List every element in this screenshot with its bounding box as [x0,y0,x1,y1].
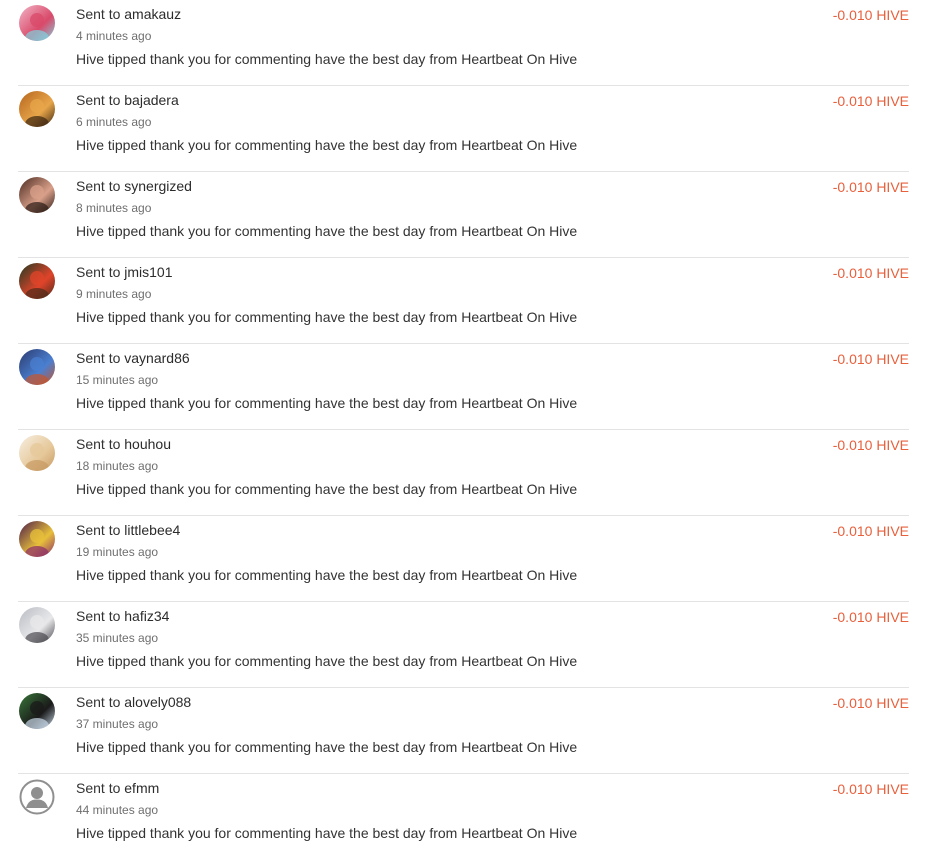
transfer-row: Sent to hafiz34 35 minutes ago Hive tipped… [0,602,925,688]
transfer-amount: -0.010 HIVE [832,265,909,281]
sent-to-label: Sent to [76,264,121,280]
user-avatar[interactable] [19,263,55,299]
recipient-username[interactable]: jmis101 [124,264,172,280]
transfer-title: Sent to hafiz34 [76,608,169,624]
recipient-username[interactable]: bajadera [124,92,179,108]
recipient-username[interactable]: houhou [124,436,171,452]
recipient-username[interactable]: alovely088 [124,694,191,710]
recipient-username[interactable]: littlebee4 [124,522,180,538]
timestamp: 6 minutes ago [76,115,152,129]
transfer-row: Sent to jmis101 9 minutes ago Hive tipped … [0,258,925,344]
timestamp: 8 minutes ago [76,201,152,215]
timestamp: 9 minutes ago [76,287,152,301]
transfer-memo: Hive tipped thank you for commenting hav… [76,309,578,325]
transfer-row: Sent to houhou 18 minutes ago Hive tipped … [0,430,925,516]
transfer-row: Sent to vaynard86 15 minutes ago Hive tipp… [0,344,925,430]
transfer-row: Sent to bajadera 6 minutes ago Hive tipped… [0,86,925,172]
transfer-memo: Hive tipped thank you for commenting hav… [76,223,578,239]
transfer-memo: Hive tipped thank you for commenting hav… [76,825,578,841]
transfer-memo: Hive tipped thank you for commenting hav… [76,567,578,583]
sent-to-label: Sent to [76,436,121,452]
transfer-title: Sent to littlebee4 [76,522,180,538]
recipient-username[interactable]: hafiz34 [124,608,169,624]
timestamp: 18 minutes ago [76,459,159,473]
sent-to-label: Sent to [76,178,121,194]
transfer-amount: -0.010 HIVE [832,93,909,109]
timestamp: 15 minutes ago [76,373,159,387]
user-avatar[interactable] [19,607,55,643]
user-avatar[interactable] [19,349,55,385]
transfer-memo: Hive tipped thank you for commenting hav… [76,51,578,67]
transfer-row: Sent to efmm 44 minutes ago Hive tipped th… [0,774,925,860]
user-avatar[interactable] [19,5,55,41]
user-avatar[interactable] [19,91,55,127]
transfer-row: Sent to amakauz 4 minutes ago Hive tipped … [0,0,925,86]
transfer-amount: -0.010 HIVE [832,437,909,453]
timestamp: 19 minutes ago [76,545,159,559]
transfer-title: Sent to amakauz [76,6,181,22]
transfer-memo: Hive tipped thank you for commenting hav… [76,481,578,497]
timestamp: 44 minutes ago [76,803,159,817]
sent-to-label: Sent to [76,92,121,108]
timestamp: 4 minutes ago [76,29,152,43]
transfer-row: Sent to synergized 8 minutes ago Hive tipp… [0,172,925,258]
default-user-icon[interactable] [19,779,55,815]
transfer-memo: Hive tipped thank you for commenting hav… [76,137,578,153]
sent-to-label: Sent to [76,694,121,710]
transfer-amount: -0.010 HIVE [832,523,909,539]
user-avatar[interactable] [19,521,55,557]
recipient-username[interactable]: amakauz [124,6,181,22]
transfer-list: Sent to amakauz 4 minutes ago Hive tipped … [0,0,925,860]
recipient-username[interactable]: synergized [124,178,192,194]
timestamp: 35 minutes ago [76,631,159,645]
transfer-row: Sent to alovely088 37 minutes ago Hive tip… [0,688,925,774]
transfer-amount: -0.010 HIVE [832,179,909,195]
timestamp: 37 minutes ago [76,717,159,731]
sent-to-label: Sent to [76,6,121,22]
transfer-title: Sent to synergized [76,178,192,194]
user-avatar[interactable] [19,177,55,213]
transfer-memo: Hive tipped thank you for commenting hav… [76,653,578,669]
recipient-username[interactable]: vaynard86 [124,350,189,366]
sent-to-label: Sent to [76,780,121,796]
transfer-title: Sent to bajadera [76,92,179,108]
user-avatar[interactable] [19,435,55,471]
sent-to-label: Sent to [76,350,121,366]
transfer-title: Sent to efmm [76,780,159,796]
sent-to-label: Sent to [76,608,121,624]
transfer-memo: Hive tipped thank you for commenting hav… [76,739,578,755]
transfer-memo: Hive tipped thank you for commenting hav… [76,395,578,411]
recipient-username[interactable]: efmm [124,780,159,796]
transfer-title: Sent to alovely088 [76,694,191,710]
user-avatar[interactable] [19,693,55,729]
transfer-row: Sent to littlebee4 19 minutes ago Hive tip… [0,516,925,602]
transfer-title: Sent to jmis101 [76,264,173,280]
transfer-title: Sent to houhou [76,436,171,452]
transfer-amount: -0.010 HIVE [832,695,909,711]
transfer-amount: -0.010 HIVE [832,7,909,23]
transfer-amount: -0.010 HIVE [832,609,909,625]
sent-to-label: Sent to [76,522,121,538]
transfer-amount: -0.010 HIVE [832,781,909,797]
transfer-amount: -0.010 HIVE [832,351,909,367]
transfer-title: Sent to vaynard86 [76,350,190,366]
